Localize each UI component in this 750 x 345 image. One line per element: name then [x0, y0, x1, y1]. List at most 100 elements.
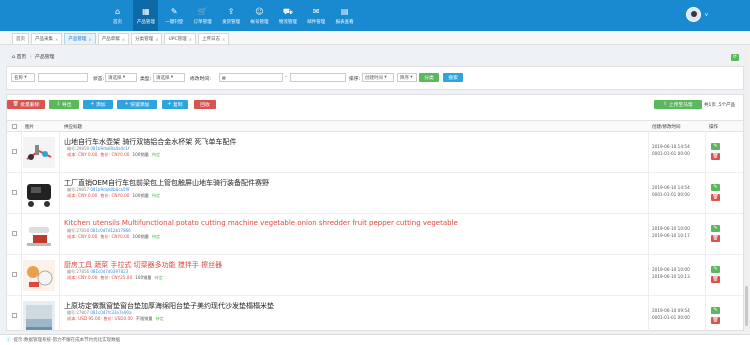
type-select[interactable]: 请选择 ▾	[153, 73, 185, 82]
end-date-input[interactable]	[290, 73, 346, 82]
nav-item-3[interactable]: 🛒 订单管理	[190, 0, 215, 31]
close-icon[interactable]: ×	[122, 37, 125, 42]
pencil-icon: ✎	[713, 266, 718, 272]
product-list-panel: 🗑 批量删除 ⇩ 导出 + 添加 + 快速添加 + 复制 回收 ⇧ 上传至马帮 共1页 ,5…	[6, 94, 744, 339]
product-image[interactable]	[23, 137, 55, 168]
keyword-input[interactable]	[38, 73, 88, 82]
nav-label: 一键刊登	[165, 19, 184, 25]
mail-icon: ✉	[312, 7, 320, 16]
close-icon[interactable]: ×	[55, 37, 58, 42]
row-checkbox[interactable]	[12, 149, 17, 154]
sort-label: 排序:	[349, 77, 361, 82]
status-badge: 待定	[151, 234, 161, 239]
sku: 编号:27856	[67, 269, 90, 274]
product-title[interactable]: Kitchen utensils Multifunctional potato …	[64, 219, 458, 227]
cart-icon: 🛒	[197, 7, 208, 16]
edit-button[interactable]: ✎	[711, 225, 720, 232]
delete-button[interactable]: 🗑	[711, 153, 720, 160]
batch-delete-button[interactable]: 🗑 批量删除	[7, 100, 45, 109]
field-select[interactable]: 名称 ▾	[11, 73, 35, 82]
breadcrumb-home[interactable]: 首页	[17, 55, 27, 60]
avatar[interactable]	[686, 7, 701, 22]
close-icon[interactable]: ×	[189, 37, 192, 42]
scrollbar[interactable]	[744, 46, 749, 333]
table-row: 厨房工具 蔬菜 手拉式 切菜器多功能 搅拌手 擦丝器 编号:27856 081c0…	[7, 255, 743, 296]
close-icon[interactable]: ×	[88, 37, 91, 42]
filter-button[interactable]: 分类	[419, 73, 439, 82]
user-icon: ☺	[255, 7, 264, 16]
product-link[interactable]: 081c0d7d0397823	[90, 269, 128, 274]
row-checkbox[interactable]	[12, 190, 17, 195]
product-link[interactable]: 081b9da80b0ca5f9	[90, 187, 129, 192]
product-image[interactable]	[23, 260, 55, 291]
nav-item-4[interactable]: ⇪ 发货管理	[219, 0, 244, 31]
product-image[interactable]	[23, 178, 55, 209]
delete-button[interactable]: 🗑	[711, 194, 720, 201]
scrollbar-thumb[interactable]	[745, 286, 748, 326]
delete-button[interactable]: 🗑	[711, 276, 720, 283]
tab-4[interactable]: 分类管理 ×	[131, 33, 163, 44]
tab-label: 产品采集	[35, 37, 53, 42]
close-icon[interactable]: ×	[222, 37, 225, 42]
order-select[interactable]: 降序 ▾	[397, 73, 417, 82]
pencil-icon: ✎	[713, 225, 718, 231]
product-link[interactable]: 081c0d7fc33a7e90a	[90, 310, 131, 315]
tab-6[interactable]: 上传日志 ×	[197, 33, 230, 44]
export-icon: ⇩	[56, 102, 61, 107]
product-image[interactable]	[23, 219, 55, 250]
nav-item-2[interactable]: ✎ 一键刊登	[162, 0, 187, 31]
breadcrumb-separator: ›	[29, 55, 32, 60]
top-navigation-bar: ⌂ 首页 ▦ 产品管理 ✎ 一键刊登 🛒 订单管理 ⇪ 发货管理 ☺ 帐号管理 ⛟ 物流管理 ✉ 邮件管理 ▤ 报…	[0, 0, 750, 31]
status-select[interactable]: 请选择 ▾	[105, 73, 137, 82]
recycle-button[interactable]: 回收	[194, 100, 216, 109]
tab-2[interactable]: 产品管理 ×	[64, 33, 96, 44]
product-image[interactable]	[23, 301, 55, 332]
close-icon[interactable]: ×	[155, 37, 158, 42]
nav-item-0[interactable]: ⌂ 首页	[105, 0, 130, 31]
nav-label: 物流管理	[278, 19, 297, 25]
row-checkbox[interactable]	[12, 231, 17, 236]
status-label: 状态:	[93, 77, 105, 82]
tab-1[interactable]: 产品采集 ×	[31, 33, 63, 44]
edit-button[interactable]: ✎	[711, 143, 720, 150]
table-row: 工厂直销OEM自行车包前梁包上管包触屏山地车骑行装备配件赛野 编号:29857 0…	[7, 173, 743, 214]
select-all-checkbox[interactable]	[12, 124, 17, 129]
upload-platform-button[interactable]: ⇧ 上传至马帮	[654, 100, 702, 109]
tab-3[interactable]: 产品草稿 ×	[97, 33, 130, 44]
tab-5[interactable]: UPC管理 ×	[164, 33, 196, 44]
home-icon: ⌂	[114, 7, 121, 16]
nav-item-7[interactable]: ✉ 邮件管理	[304, 0, 329, 31]
modified-time: 0001-01-01 00:00	[652, 315, 690, 320]
status-badge: 待定	[154, 275, 163, 280]
edit-button[interactable]: ✎	[711, 307, 720, 314]
nav-item-8[interactable]: ▤ 报表查看	[332, 0, 357, 31]
tab-0[interactable]: 首页	[12, 33, 29, 44]
add-button[interactable]: + 添加	[83, 100, 113, 109]
search-button[interactable]: 搜索	[443, 73, 463, 82]
nav-item-1[interactable]: ▦ 产品管理	[133, 0, 159, 31]
product-link[interactable]: 081b9da80a0a4c1f	[90, 146, 129, 151]
quick-add-button[interactable]: + 快速添加	[117, 100, 157, 109]
stock: 100销量	[132, 234, 149, 239]
nav-item-5[interactable]: ☺ 帐号管理	[247, 0, 272, 31]
product-link[interactable]: 081c0d7d12b17866	[90, 228, 130, 233]
sale-price: 售价: CNY0.00	[100, 234, 130, 239]
trash-icon: 🗑	[712, 235, 719, 241]
start-date-input[interactable]: ▦	[219, 73, 283, 82]
created-time: 2019-06-10 14:54	[652, 185, 690, 190]
user-name[interactable]: v	[705, 12, 708, 18]
export-button[interactable]: ⇩ 导出	[49, 100, 79, 109]
delete-button[interactable]: 🗑	[711, 235, 720, 242]
delete-button[interactable]: 🗑	[711, 317, 720, 324]
nav-item-6[interactable]: ⛟ 物流管理	[275, 0, 300, 31]
copy-button[interactable]: + 复制	[162, 100, 188, 109]
refresh-button[interactable]: ⟳	[731, 54, 739, 61]
edit-button[interactable]: ✎	[711, 184, 720, 191]
sort-select[interactable]: 创建时间 ▾	[362, 73, 394, 82]
status-badge: 待定	[151, 193, 161, 198]
edit-button[interactable]: ✎	[711, 266, 720, 273]
table-row: 山地自行车水壶架 骑行双铬铝合金水杯架 死飞单车配件 编号:29859 081b9…	[7, 132, 743, 173]
tab-label: 产品草稿	[101, 37, 120, 42]
row-checkbox[interactable]	[12, 272, 17, 277]
row-checkbox[interactable]	[12, 313, 17, 318]
